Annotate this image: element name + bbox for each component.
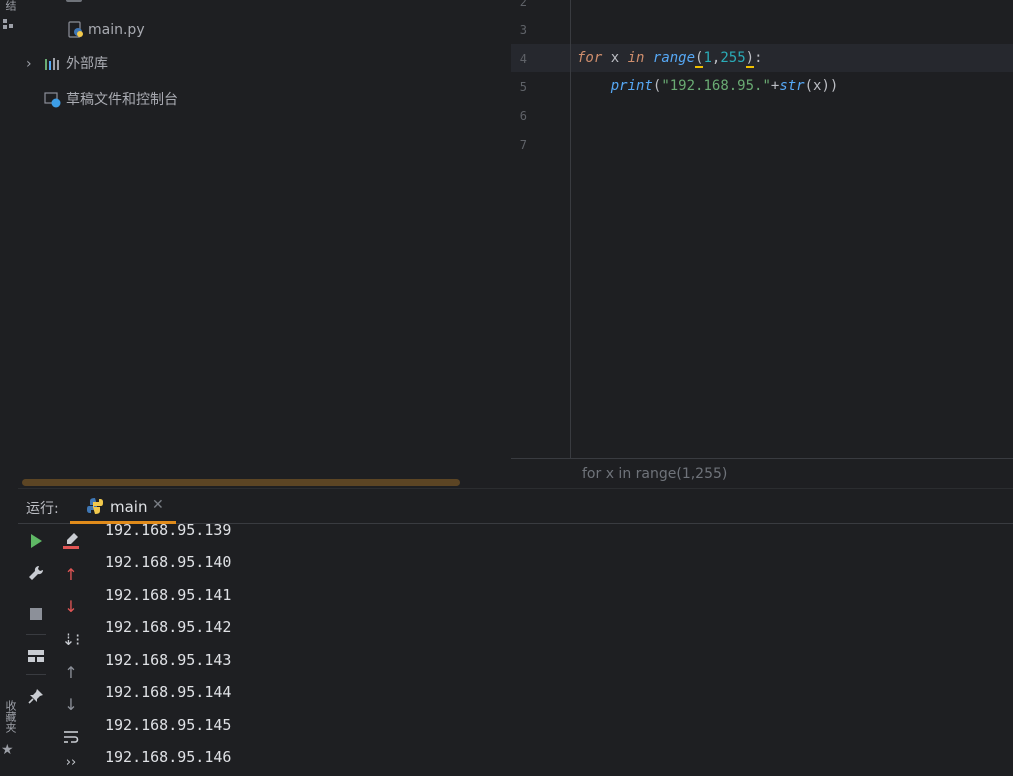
- toolbar-separator: [26, 634, 46, 635]
- arrow-down-red-icon: ↓: [64, 596, 78, 616]
- call-args: (x)): [804, 78, 839, 94]
- project-tree: main.py › 外部库 草稿文件和控制台: [18, 0, 511, 470]
- horizontal-scrollbar[interactable]: [22, 479, 460, 486]
- function-str: str: [779, 78, 805, 94]
- code-editor[interactable]: 2 3 4 5 6 7 for x in range(1,255): print…: [511, 0, 1013, 458]
- tree-item-label: 草稿文件和控制台: [66, 92, 178, 108]
- tree-item-label: 外部库: [66, 56, 108, 72]
- soft-wrap-icon: [64, 731, 79, 743]
- arrow-up-icon: ↑: [64, 662, 78, 682]
- eraser-icon: [63, 533, 79, 549]
- chevron-right-icon[interactable]: ›: [26, 53, 40, 75]
- line-number: 4: [519, 52, 527, 66]
- console-line: 192.168.95.145: [105, 716, 232, 734]
- line-gutter: 2 3 4 5 6 7: [511, 0, 571, 458]
- identifier: x: [602, 50, 628, 66]
- close-icon[interactable]: ✕: [152, 497, 164, 513]
- next-occurrence-button[interactable]: ↓: [57, 592, 85, 620]
- line-number: 7: [519, 138, 527, 152]
- arrow-down-icon: ↓: [64, 694, 78, 714]
- star-icon[interactable]: ★: [1, 742, 14, 758]
- bracket-close: ): [745, 50, 755, 68]
- line-number: 6: [519, 109, 527, 123]
- tree-item-main-py[interactable]: main.py: [68, 19, 145, 41]
- clear-all-button[interactable]: [57, 527, 85, 555]
- console-line: 192.168.95.139: [105, 521, 232, 539]
- structure-tool-label[interactable]: 结: [2, 0, 18, 11]
- function-print: print: [610, 78, 653, 94]
- rerun-button[interactable]: [22, 527, 50, 555]
- arrow-up-red-icon: ↑: [64, 564, 78, 584]
- structure-icon[interactable]: [2, 18, 14, 30]
- scratches-icon: [44, 92, 61, 108]
- sort-icon: ⇣⁝: [61, 629, 81, 649]
- number-literal: 1: [703, 50, 712, 66]
- scroll-down-button[interactable]: ↓: [57, 690, 85, 718]
- pin-tab-button[interactable]: [22, 682, 50, 710]
- number-literal: 255: [720, 50, 746, 66]
- tree-item-external-libraries[interactable]: › 外部库: [26, 53, 108, 75]
- run-toolbar-primary: [22, 522, 50, 776]
- code-line-4: for x in range(1,255):: [577, 50, 763, 68]
- run-tool-window-header: 运行: main ✕: [18, 488, 1013, 524]
- breadcrumb-item[interactable]: for x in range(1,255): [582, 466, 727, 482]
- python-file-icon: [68, 21, 83, 38]
- stop-button[interactable]: [22, 600, 50, 628]
- line-number: 2: [519, 0, 527, 9]
- stop-icon: [30, 608, 42, 620]
- keyword-in: in: [627, 50, 645, 66]
- layout-icon: [28, 650, 44, 662]
- code-line-5: print("192.168.95."+str(x)): [577, 78, 839, 94]
- edit-config-button[interactable]: [22, 559, 50, 587]
- run-tab-main[interactable]: main ✕: [70, 489, 176, 524]
- soft-wrap-button[interactable]: [57, 723, 85, 751]
- console-line: 192.168.95.141: [105, 586, 232, 604]
- left-tool-strip: 结 收藏夹 ★: [0, 0, 18, 776]
- run-toolbar-secondary: ↑ ↓ ⇣⁝ ↑ ↓ ››: [57, 522, 87, 776]
- folder-icon: [66, 0, 82, 2]
- pin-icon: [28, 689, 43, 704]
- console-line: 192.168.95.146: [105, 748, 232, 766]
- layout-button[interactable]: [22, 642, 50, 670]
- string-literal: "192.168.95.": [661, 78, 771, 94]
- console-line: 192.168.95.140: [105, 553, 232, 571]
- keyword-for: for: [577, 50, 603, 66]
- line-number: 3: [519, 23, 527, 37]
- console-line: 192.168.95.143: [105, 651, 232, 669]
- console-output[interactable]: 192.168.95.139 192.168.95.140 192.168.95…: [105, 520, 805, 776]
- run-tab-label: main: [110, 498, 148, 516]
- play-icon: [31, 534, 42, 548]
- library-icon: [45, 58, 59, 70]
- previous-occurrence-button[interactable]: ↑: [57, 560, 85, 588]
- console-line: 192.168.95.144: [105, 683, 232, 701]
- scroll-up-button[interactable]: ↑: [57, 658, 85, 686]
- run-label: 运行:: [26, 501, 59, 517]
- function-range: range: [652, 50, 696, 66]
- breadcrumb[interactable]: for x in range(1,255): [511, 458, 1013, 489]
- line-number: 5: [519, 80, 527, 94]
- console-line: 192.168.95.142: [105, 618, 232, 636]
- python-icon: [87, 498, 103, 514]
- toolbar-separator: [26, 674, 46, 675]
- wrench-icon: [29, 565, 44, 580]
- tree-item-label: main.py: [88, 22, 145, 38]
- favorites-tool-label[interactable]: 收藏夹: [2, 700, 18, 733]
- tree-item-scratches[interactable]: 草稿文件和控制台: [44, 89, 178, 111]
- colon: :: [754, 50, 763, 66]
- sort-button[interactable]: ⇣⁝: [57, 625, 85, 653]
- more-actions-button[interactable]: ››: [57, 748, 85, 776]
